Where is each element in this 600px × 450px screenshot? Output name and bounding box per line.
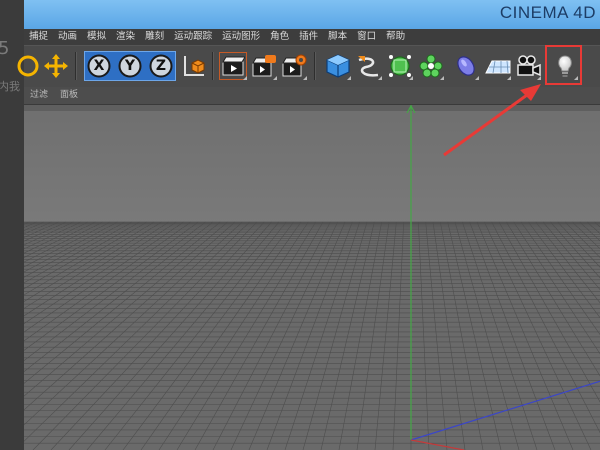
menu-item-script[interactable]: 脚本 (323, 29, 352, 45)
menu-item-plugins[interactable]: 插件 (294, 29, 323, 45)
viewport-menu-bar: 过滤 面板 (24, 87, 600, 105)
menu-bar: 捕捉 动画 模拟 渲染 雕刻 运动跟踪 运动图形 角色 插件 脚本 窗口 帮助 (24, 29, 600, 45)
viewport-menu-filter[interactable]: 过滤 (24, 87, 54, 104)
z-axis-lock-button[interactable]: Z (146, 51, 176, 81)
left-strip-ghost-digit: 5 (0, 38, 10, 59)
rotate-tool-button[interactable] (14, 51, 42, 81)
floor-button[interactable] (484, 51, 512, 81)
menu-item-animate[interactable]: 动画 (53, 29, 82, 45)
camera-button[interactable] (514, 51, 542, 81)
subdivision-surface-button[interactable] (386, 51, 414, 81)
menu-item-simulate[interactable]: 模拟 (82, 29, 111, 45)
rotate-tool-icon (17, 55, 39, 77)
coordinate-system-button[interactable] (180, 51, 208, 81)
title-bar: CINEMA 4D (24, 0, 600, 29)
cloner-button[interactable] (417, 51, 445, 81)
menu-item-help[interactable]: 帮助 (381, 29, 410, 45)
cube-primitive-button[interactable] (324, 51, 352, 81)
spline-pen-button[interactable] (355, 51, 383, 81)
coordinate-system-icon (184, 56, 205, 76)
deformer-button[interactable] (452, 51, 480, 81)
menu-item-snap[interactable]: 捕捉 (24, 29, 53, 45)
render-view-button[interactable] (218, 51, 248, 81)
floor-grid (24, 221, 600, 450)
x-axis-label: X (93, 58, 105, 74)
viewport-menu-panel[interactable]: 面板 (54, 87, 84, 104)
menu-item-window[interactable]: 窗口 (352, 29, 381, 45)
light-tool-highlight (545, 45, 582, 85)
x-axis-lock-button[interactable]: X (84, 51, 114, 81)
menu-item-motion-tracking[interactable]: 运动跟踪 (169, 29, 217, 45)
render-to-picture-viewer-button[interactable] (250, 51, 278, 81)
menu-item-render[interactable]: 渲染 (111, 29, 140, 45)
y-axis-label: Y (124, 58, 136, 74)
menu-item-mograph[interactable]: 运动图形 (217, 29, 265, 45)
3d-viewport[interactable] (24, 105, 600, 450)
viewport-top-edge (24, 105, 600, 111)
move-tool-icon (44, 54, 68, 78)
y-axis-lock-button[interactable]: Y (115, 51, 145, 81)
viewport-scene (24, 105, 600, 450)
app-title: CINEMA 4D (499, 3, 596, 22)
main-toolbar: X Y Z (17, 45, 600, 88)
menu-item-sculpt[interactable]: 雕刻 (140, 29, 169, 45)
move-tool-button[interactable] (42, 51, 70, 81)
render-settings-button[interactable] (280, 51, 308, 81)
menu-item-character[interactable]: 角色 (265, 29, 294, 45)
z-axis-label: Z (155, 58, 167, 74)
